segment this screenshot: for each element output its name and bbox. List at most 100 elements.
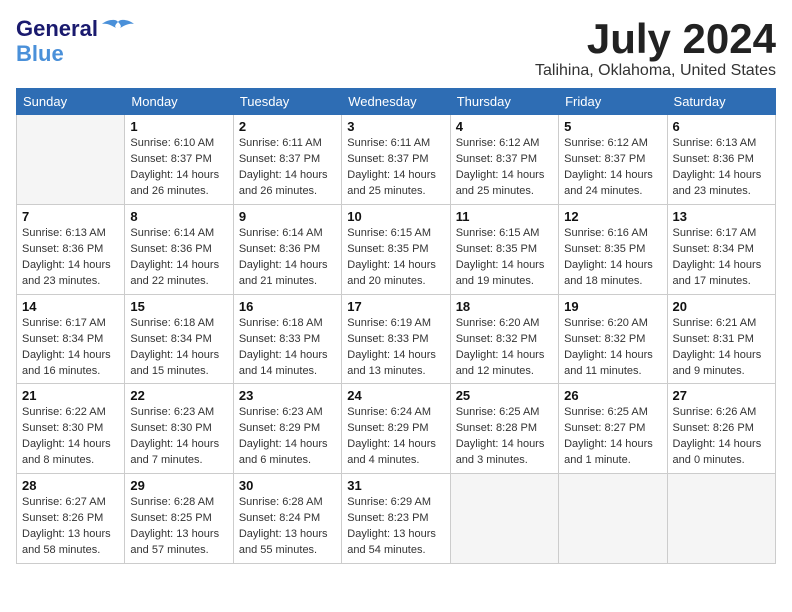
day-number: 28: [22, 478, 119, 493]
day-info: Sunrise: 6:12 AM Sunset: 8:37 PM Dayligh…: [456, 136, 553, 200]
day-number: 19: [564, 299, 661, 314]
day-number: 23: [239, 388, 336, 403]
calendar-cell: 16 Sunrise: 6:18 AM Sunset: 8:33 PM Dayli…: [233, 294, 341, 384]
day-info: Sunrise: 6:15 AM Sunset: 8:35 PM Dayligh…: [456, 226, 553, 290]
header-saturday: Saturday: [667, 89, 775, 115]
day-number: 13: [673, 209, 770, 224]
title-area: July 2024 Talihina, Oklahoma, United Sta…: [535, 16, 776, 80]
day-number: 15: [130, 299, 227, 314]
day-number: 29: [130, 478, 227, 493]
week-row-0: 1Sunrise: 6:10 AM Sunset: 8:37 PM Daylig…: [17, 115, 776, 205]
calendar-cell: 11 Sunrise: 6:15 AM Sunset: 8:35 PM Dayli…: [450, 204, 558, 294]
calendar-cell: [559, 474, 667, 564]
logo-text: General: [16, 17, 98, 41]
day-info: Sunrise: 6:21 AM Sunset: 8:31 PM Dayligh…: [673, 316, 770, 380]
location-subtitle: Talihina, Oklahoma, United States: [535, 62, 776, 80]
day-number: 18: [456, 299, 553, 314]
calendar-cell: 3Sunrise: 6:11 AM Sunset: 8:37 PM Daylig…: [342, 115, 450, 205]
day-number: 26: [564, 388, 661, 403]
week-row-2: 14Sunrise: 6:17 AM Sunset: 8:34 PM Dayli…: [17, 294, 776, 384]
day-number: 24: [347, 388, 444, 403]
calendar-cell: 25 Sunrise: 6:25 AM Sunset: 8:28 PM Dayli…: [450, 384, 558, 474]
calendar-cell: 18 Sunrise: 6:20 AM Sunset: 8:32 PM Dayli…: [450, 294, 558, 384]
day-number: 14: [22, 299, 119, 314]
day-number: 1: [130, 119, 227, 134]
day-info: Sunrise: 6:20 AM Sunset: 8:32 PM Dayligh…: [564, 316, 661, 380]
day-number: 6: [673, 119, 770, 134]
day-info: Sunrise: 6:19 AM Sunset: 8:33 PM Dayligh…: [347, 316, 444, 380]
week-row-1: 7 Sunrise: 6:13 AM Sunset: 8:36 PM Daylig…: [17, 204, 776, 294]
header-wednesday: Wednesday: [342, 89, 450, 115]
calendar-cell: 28 Sunrise: 6:27 AM Sunset: 8:26 PM Dayli…: [17, 474, 125, 564]
day-info: Sunrise: 6:18 AM Sunset: 8:34 PM Dayligh…: [130, 316, 227, 380]
day-number: 12: [564, 209, 661, 224]
header-tuesday: Tuesday: [233, 89, 341, 115]
day-info: Sunrise: 6:11 AM Sunset: 8:37 PM Dayligh…: [239, 136, 336, 200]
day-info: Sunrise: 6:28 AM Sunset: 8:24 PM Dayligh…: [239, 495, 336, 559]
day-number: 8: [130, 209, 227, 224]
bird-icon: [100, 18, 136, 42]
day-number: 11: [456, 209, 553, 224]
day-info: Sunrise: 6:15 AM Sunset: 8:35 PM Dayligh…: [347, 226, 444, 290]
day-number: 17: [347, 299, 444, 314]
logo-blue-text: Blue: [16, 42, 64, 66]
calendar-cell: 10Sunrise: 6:15 AM Sunset: 8:35 PM Dayli…: [342, 204, 450, 294]
day-info: Sunrise: 6:24 AM Sunset: 8:29 PM Dayligh…: [347, 405, 444, 469]
day-number: 4: [456, 119, 553, 134]
calendar-cell: 14Sunrise: 6:17 AM Sunset: 8:34 PM Dayli…: [17, 294, 125, 384]
calendar-cell: 26 Sunrise: 6:25 AM Sunset: 8:27 PM Dayli…: [559, 384, 667, 474]
calendar-cell: 9 Sunrise: 6:14 AM Sunset: 8:36 PM Daylig…: [233, 204, 341, 294]
calendar-cell: 13 Sunrise: 6:17 AM Sunset: 8:34 PM Dayli…: [667, 204, 775, 294]
calendar-cell: 19 Sunrise: 6:20 AM Sunset: 8:32 PM Dayli…: [559, 294, 667, 384]
calendar-cell: 23 Sunrise: 6:23 AM Sunset: 8:29 PM Dayli…: [233, 384, 341, 474]
day-info: Sunrise: 6:23 AM Sunset: 8:29 PM Dayligh…: [239, 405, 336, 469]
calendar-cell: [667, 474, 775, 564]
calendar-cell: 21 Sunrise: 6:22 AM Sunset: 8:30 PM Dayli…: [17, 384, 125, 474]
day-info: Sunrise: 6:14 AM Sunset: 8:36 PM Dayligh…: [130, 226, 227, 290]
day-number: 22: [130, 388, 227, 403]
calendar-cell: 20 Sunrise: 6:21 AM Sunset: 8:31 PM Dayli…: [667, 294, 775, 384]
day-info: Sunrise: 6:18 AM Sunset: 8:33 PM Dayligh…: [239, 316, 336, 380]
logo: General Blue: [16, 16, 136, 66]
calendar-cell: 27Sunrise: 6:26 AM Sunset: 8:26 PM Dayli…: [667, 384, 775, 474]
day-info: Sunrise: 6:29 AM Sunset: 8:23 PM Dayligh…: [347, 495, 444, 559]
day-number: 25: [456, 388, 553, 403]
calendar-cell: 7 Sunrise: 6:13 AM Sunset: 8:36 PM Daylig…: [17, 204, 125, 294]
day-info: Sunrise: 6:11 AM Sunset: 8:37 PM Dayligh…: [347, 136, 444, 200]
day-number: 9: [239, 209, 336, 224]
day-number: 16: [239, 299, 336, 314]
month-year-title: July 2024: [535, 16, 776, 62]
calendar-cell: [450, 474, 558, 564]
header-monday: Monday: [125, 89, 233, 115]
day-info: Sunrise: 6:25 AM Sunset: 8:27 PM Dayligh…: [564, 405, 661, 469]
calendar-cell: 12Sunrise: 6:16 AM Sunset: 8:35 PM Dayli…: [559, 204, 667, 294]
calendar-cell: 6Sunrise: 6:13 AM Sunset: 8:36 PM Daylig…: [667, 115, 775, 205]
calendar-cell: 15 Sunrise: 6:18 AM Sunset: 8:34 PM Dayli…: [125, 294, 233, 384]
day-number: 21: [22, 388, 119, 403]
calendar-header-row: SundayMondayTuesdayWednesdayThursdayFrid…: [17, 89, 776, 115]
calendar-cell: 2Sunrise: 6:11 AM Sunset: 8:37 PM Daylig…: [233, 115, 341, 205]
day-info: Sunrise: 6:26 AM Sunset: 8:26 PM Dayligh…: [673, 405, 770, 469]
day-info: Sunrise: 6:27 AM Sunset: 8:26 PM Dayligh…: [22, 495, 119, 559]
calendar-table: SundayMondayTuesdayWednesdayThursdayFrid…: [16, 88, 776, 564]
calendar-cell: 31 Sunrise: 6:29 AM Sunset: 8:23 PM Dayli…: [342, 474, 450, 564]
day-info: Sunrise: 6:13 AM Sunset: 8:36 PM Dayligh…: [22, 226, 119, 290]
day-number: 30: [239, 478, 336, 493]
day-info: Sunrise: 6:22 AM Sunset: 8:30 PM Dayligh…: [22, 405, 119, 469]
calendar-cell: 8 Sunrise: 6:14 AM Sunset: 8:36 PM Daylig…: [125, 204, 233, 294]
calendar-cell: 30 Sunrise: 6:28 AM Sunset: 8:24 PM Dayli…: [233, 474, 341, 564]
header-friday: Friday: [559, 89, 667, 115]
calendar-cell: [17, 115, 125, 205]
header: General Blue July 2024 Talihina, Oklahom…: [16, 16, 776, 80]
day-number: 5: [564, 119, 661, 134]
week-row-3: 21 Sunrise: 6:22 AM Sunset: 8:30 PM Dayli…: [17, 384, 776, 474]
day-info: Sunrise: 6:14 AM Sunset: 8:36 PM Dayligh…: [239, 226, 336, 290]
calendar-cell: 1Sunrise: 6:10 AM Sunset: 8:37 PM Daylig…: [125, 115, 233, 205]
day-info: Sunrise: 6:17 AM Sunset: 8:34 PM Dayligh…: [673, 226, 770, 290]
day-number: 31: [347, 478, 444, 493]
day-number: 7: [22, 209, 119, 224]
day-info: Sunrise: 6:28 AM Sunset: 8:25 PM Dayligh…: [130, 495, 227, 559]
day-info: Sunrise: 6:25 AM Sunset: 8:28 PM Dayligh…: [456, 405, 553, 469]
day-number: 20: [673, 299, 770, 314]
day-info: Sunrise: 6:20 AM Sunset: 8:32 PM Dayligh…: [456, 316, 553, 380]
